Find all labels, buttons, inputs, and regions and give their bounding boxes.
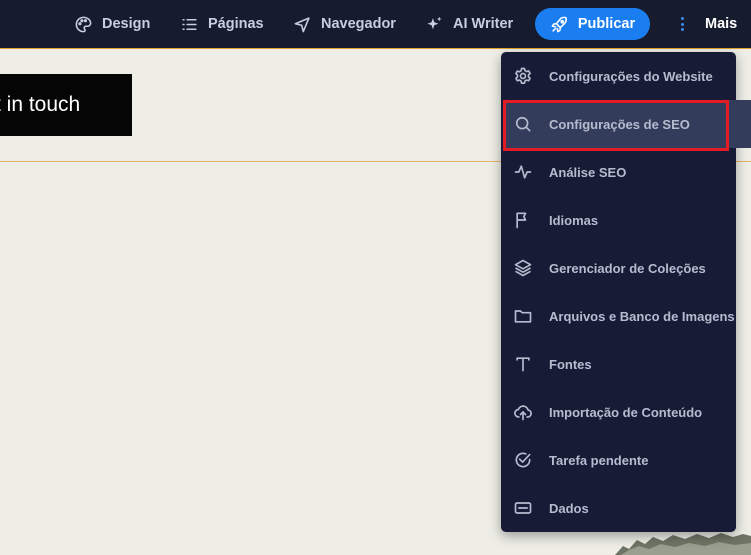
rocket-icon <box>551 16 567 32</box>
menu-item-files-images[interactable]: Arquivos e Banco de Imagens <box>501 292 736 340</box>
sparkles-icon <box>427 16 442 29</box>
more-vertical-icon <box>672 16 692 32</box>
menu-item-data[interactable]: Dados <box>501 484 736 532</box>
ai-writer-button[interactable]: AI Writer <box>425 0 513 48</box>
publish-label: Publicar <box>577 16 636 32</box>
check-circle-icon <box>515 452 531 468</box>
design-button[interactable]: Design <box>74 0 150 48</box>
menu-label-seo-analysis: Análise SEO <box>549 164 627 180</box>
gear-icon <box>515 67 531 84</box>
more-dropdown-menu: Configurações do Website Configurações d… <box>501 52 751 532</box>
pages-label: Páginas <box>208 16 264 32</box>
menu-label-pending-task: Tarefa pendente <box>549 452 649 468</box>
publish-button[interactable]: Publicar <box>535 8 650 40</box>
menu-item-collections-manager[interactable]: Gerenciador de Coleções <box>501 244 736 292</box>
menu-label-files-images: Arquivos e Banco de Imagens <box>549 308 735 324</box>
menu-label-website-settings: Configurações do Website <box>549 68 713 84</box>
list-icon <box>182 18 197 30</box>
menu-label-fonts: Fontes <box>549 356 592 372</box>
activity-icon <box>514 165 532 179</box>
menu-item-pending-task[interactable]: Tarefa pendente <box>501 436 736 484</box>
menu-item-languages[interactable]: Idiomas <box>501 196 736 244</box>
menu-item-fonts[interactable]: Fontes <box>501 340 736 388</box>
toolbar-divider <box>0 48 751 49</box>
layers-icon <box>514 259 532 277</box>
folder-icon <box>514 310 532 323</box>
upload-cloud-icon <box>514 405 532 421</box>
more-button[interactable]: Mais <box>672 0 737 48</box>
search-icon <box>515 116 531 132</box>
more-label: Mais <box>705 16 738 32</box>
navigator-button[interactable]: Navegador <box>293 0 396 48</box>
design-label: Design <box>102 16 151 32</box>
navigation-arrow-icon <box>294 16 310 32</box>
type-icon <box>516 357 530 372</box>
menu-item-seo-analysis[interactable]: Análise SEO <box>501 148 736 196</box>
menu-item-website-settings[interactable]: Configurações do Website <box>501 52 736 100</box>
top-toolbar: Design Páginas Navegador AI Writer Publi… <box>0 0 751 48</box>
pages-button[interactable]: Páginas <box>180 0 264 48</box>
get-in-touch-button[interactable]: t in touch <box>0 74 132 136</box>
palette-icon <box>75 16 92 32</box>
get-in-touch-label: t in touch <box>0 93 81 116</box>
card-icon <box>514 502 532 514</box>
flag-icon <box>516 212 527 229</box>
menu-label-collections-manager: Gerenciador de Coleções <box>549 260 706 276</box>
menu-label-data: Dados <box>549 500 589 516</box>
ai-writer-label: AI Writer <box>453 16 514 32</box>
menu-item-seo-settings[interactable]: Configurações de SEO <box>504 100 751 148</box>
menu-label-languages: Idiomas <box>549 212 599 228</box>
navigator-label: Navegador <box>321 16 396 32</box>
menu-label-content-import: Importação de Conteúdo <box>549 404 703 420</box>
menu-label-seo-settings: Configurações de SEO <box>549 116 690 132</box>
menu-item-content-import[interactable]: Importação de Conteúdo <box>501 388 736 436</box>
